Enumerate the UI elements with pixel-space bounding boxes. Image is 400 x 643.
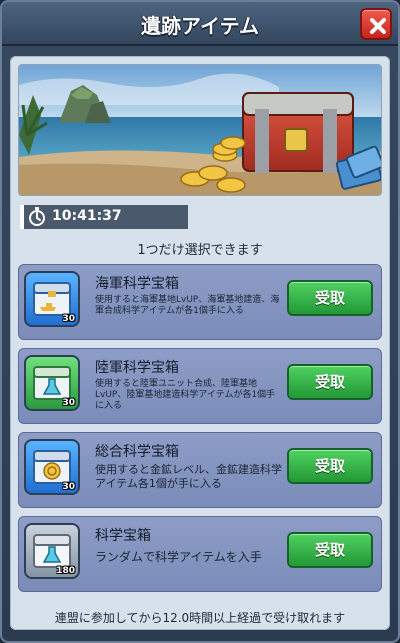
- eligibility-note: 連盟に参加してから12.0時間以上経過で受け取れます: [54, 611, 346, 625]
- reward-name: 陸軍科学宝箱: [95, 360, 179, 376]
- stopwatch-icon: [29, 207, 45, 226]
- general-science-chest-icon: 30: [24, 439, 80, 495]
- reward-description: 使用すると金鉱レベル、金鉱建造科学アイテム各1個が手に入る: [95, 463, 282, 490]
- title-bar: 遺跡アイテム: [2, 2, 398, 46]
- reward-quantity: 30: [62, 314, 75, 324]
- receive-button-science[interactable]: 受取: [287, 532, 373, 568]
- reward-card-science: 180 科学宝箱 ランダムで科学アイテムを入手 受取: [18, 516, 382, 592]
- reward-quantity: 30: [62, 398, 75, 408]
- timer-value: 10:41:37: [52, 208, 122, 224]
- close-button[interactable]: [360, 8, 392, 40]
- reward-name: 海軍科学宝箱: [95, 276, 179, 292]
- selection-instruction: 1つだけ選択できます: [137, 243, 263, 258]
- reward-name: 総合科学宝箱: [95, 444, 179, 460]
- army-science-chest-icon: 30: [24, 355, 80, 411]
- reward-description: ランダムで科学アイテムを入手: [95, 550, 262, 564]
- reward-description: 使用すると海軍基地LvUP、海軍基地建造、海軍合成科学アイテムが各1個手に入る: [95, 295, 280, 316]
- dialog-title: 遺跡アイテム: [141, 14, 259, 38]
- reward-name: 科学宝箱: [95, 528, 151, 544]
- reward-card-army: 30 陸軍科学宝箱 使用すると陸軍ユニット合成、陸軍基地LvUP、陸軍基地建造科…: [18, 348, 382, 424]
- reward-quantity: 30: [62, 482, 75, 492]
- close-icon: [370, 18, 386, 34]
- naval-science-chest-icon: 30: [24, 271, 80, 327]
- receive-button-army[interactable]: 受取: [287, 364, 373, 400]
- ruins-items-dialog: 遺跡アイテム 10:41:37 1つだけ選択できます 30 海軍科学宝箱 使用す…: [0, 0, 400, 643]
- reward-card-general: 30 総合科学宝箱 使用すると金鉱レベル、金鉱建造科学アイテム各1個が手に入る …: [18, 432, 382, 508]
- reward-quantity: 180: [56, 566, 75, 576]
- receive-button-general[interactable]: 受取: [287, 448, 373, 484]
- reward-card-naval: 30 海軍科学宝箱 使用すると海軍基地LvUP、海軍基地建造、海軍合成科学アイテ…: [18, 264, 382, 340]
- reward-description: 使用すると陸軍ユニット合成、陸軍基地LvUP、陸軍基地建造科学アイテムが各1個手…: [95, 379, 276, 411]
- reward-banner-image: [18, 64, 382, 196]
- countdown-timer: 10:41:37: [20, 205, 188, 229]
- receive-button-naval[interactable]: 受取: [287, 280, 373, 316]
- content-panel: 10:41:37 1つだけ選択できます 30 海軍科学宝箱 使用すると海軍基地L…: [10, 56, 390, 630]
- science-chest-icon: 180: [24, 523, 80, 579]
